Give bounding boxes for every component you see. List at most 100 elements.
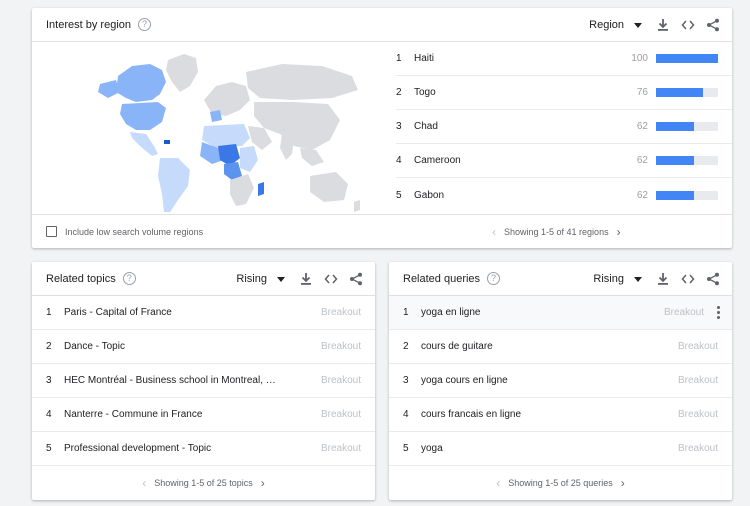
region-rank: 3 <box>396 121 402 132</box>
query-value: Breakout <box>677 409 718 420</box>
chevron-right-icon[interactable]: › <box>253 477 273 489</box>
list-item[interactable]: 3 HEC Montréal - Business school in Mont… <box>32 364 375 398</box>
embed-code-icon[interactable] <box>681 18 695 32</box>
topic-value: Breakout <box>320 443 361 454</box>
region-bar <box>656 88 718 97</box>
chevron-left-icon[interactable]: ‹ <box>484 226 504 238</box>
region-row[interactable]: 3 Chad 62 <box>396 110 732 144</box>
query-text[interactable]: yoga en ligne <box>421 307 481 318</box>
region-name[interactable]: Cameroon <box>414 155 461 166</box>
map-europe <box>204 82 250 116</box>
caret-down-icon <box>277 276 285 282</box>
query-text[interactable]: yoga cours en ligne <box>421 375 508 386</box>
list-item[interactable]: 1 yoga en ligne Breakout <box>389 296 732 330</box>
region-card-title: Interest by region <box>46 18 131 31</box>
related-topics-card: Related topics ? Rising 1 Paris - Capita… <box>32 262 375 500</box>
region-row[interactable]: 2 Togo 76 <box>396 76 732 110</box>
map-south-america <box>158 158 190 212</box>
region-pager: ‹ Showing 1-5 of 41 regions › <box>484 226 629 238</box>
list-item[interactable]: 4 cours francais en ligne Breakout <box>389 398 732 432</box>
region-name[interactable]: Togo <box>414 87 436 98</box>
region-bar <box>656 190 718 200</box>
topic-text[interactable]: Nanterre - Commune in France <box>64 409 202 420</box>
topic-value: Breakout <box>320 409 361 420</box>
topic-rank: 3 <box>46 375 52 386</box>
topic-value: Breakout <box>320 375 361 386</box>
topics-pager: ‹ Showing 1-5 of 25 topics › <box>32 466 375 500</box>
query-rank: 3 <box>403 375 409 386</box>
query-text[interactable]: cours de guitare <box>421 341 493 352</box>
list-item[interactable]: 2 cours de guitare Breakout <box>389 330 732 364</box>
list-item[interactable]: 1 Paris - Capital of France Breakout <box>32 296 375 330</box>
world-map[interactable] <box>32 42 382 222</box>
region-resolution-select[interactable]: Region <box>589 19 642 31</box>
region-rank: 5 <box>396 189 402 201</box>
chevron-left-icon[interactable]: ‹ <box>134 477 154 489</box>
query-text[interactable]: yoga <box>421 443 443 454</box>
download-icon[interactable] <box>299 272 313 286</box>
help-circle-icon[interactable]: ? <box>122 272 136 285</box>
download-icon[interactable] <box>656 18 670 32</box>
region-value: 62 <box>636 189 648 201</box>
list-item[interactable]: 4 Nanterre - Commune in France Breakout <box>32 398 375 432</box>
share-icon[interactable] <box>706 18 720 32</box>
list-item[interactable]: 3 yoga cours en ligne Breakout <box>389 364 732 398</box>
topics-metric-select[interactable]: Rising <box>236 273 285 285</box>
low-volume-checkbox[interactable] <box>46 226 57 237</box>
map-east-africa <box>240 146 258 172</box>
region-bar-fill <box>656 122 695 131</box>
topics-list: 1 Paris - Capital of France Breakout 2 D… <box>32 296 375 466</box>
region-row[interactable]: 4 Cameroon 62 <box>396 144 732 178</box>
help-circle-icon[interactable]: ? <box>487 272 501 285</box>
help-circle-icon[interactable]: ? <box>138 18 151 31</box>
region-value: 62 <box>636 121 648 132</box>
region-name[interactable]: Haiti <box>414 53 434 64</box>
chevron-right-icon[interactable]: › <box>609 226 629 238</box>
query-rank: 5 <box>403 443 409 454</box>
topic-text[interactable]: HEC Montréal - Business school in Montre… <box>64 375 276 386</box>
region-row[interactable]: 5 Gabon 62 <box>396 178 732 212</box>
list-item[interactable]: 5 yoga Breakout <box>389 432 732 466</box>
topics-pager-text: Showing 1-5 of 25 topics <box>154 478 253 488</box>
download-icon[interactable] <box>656 272 670 286</box>
topic-rank: 2 <box>46 341 52 352</box>
map-usa <box>120 102 166 130</box>
query-value: Breakout <box>677 341 718 352</box>
list-item[interactable]: 5 Professional development - Topic Break… <box>32 432 375 466</box>
region-rank: 1 <box>396 53 402 64</box>
chevron-right-icon[interactable]: › <box>613 477 633 489</box>
region-bar <box>656 156 718 165</box>
more-vert-icon[interactable] <box>716 306 720 319</box>
map-greenland <box>166 54 198 92</box>
chevron-left-icon[interactable]: ‹ <box>488 477 508 489</box>
region-name[interactable]: Chad <box>414 121 438 132</box>
region-select-label: Region <box>589 19 624 31</box>
topic-value: Breakout <box>320 341 361 352</box>
interest-by-region-card: Interest by region ? Region 1 Haiti 100 … <box>32 8 732 248</box>
list-item[interactable]: 2 Dance - Topic Breakout <box>32 330 375 364</box>
share-icon[interactable] <box>349 272 363 286</box>
map-madagascar <box>258 182 264 196</box>
region-bar-fill <box>656 190 695 200</box>
low-volume-checkbox-label: Include low search volume regions <box>65 226 204 237</box>
related-queries-card: Related queries ? Rising 1 yoga en ligne… <box>389 262 732 500</box>
embed-code-icon[interactable] <box>324 272 338 286</box>
embed-code-icon[interactable] <box>681 272 695 286</box>
topic-text[interactable]: Dance - Topic <box>64 341 125 352</box>
topic-text[interactable]: Professional development - Topic <box>64 443 211 454</box>
region-pager-text: Showing 1-5 of 41 regions <box>504 226 609 237</box>
query-value: Breakout <box>677 375 718 386</box>
map-se-asia <box>300 148 324 166</box>
map-new-zealand <box>354 200 360 212</box>
region-name[interactable]: Gabon <box>414 190 444 201</box>
query-text[interactable]: cours francais en ligne <box>421 409 521 420</box>
low-volume-checkbox-wrap[interactable]: Include low search volume regions <box>46 226 203 237</box>
topic-rank: 1 <box>46 307 52 318</box>
share-icon[interactable] <box>706 272 720 286</box>
region-row[interactable]: 1 Haiti 100 <box>396 42 732 76</box>
queries-pager-text: Showing 1-5 of 25 queries <box>508 478 613 488</box>
topic-text[interactable]: Paris - Capital of France <box>64 307 172 318</box>
map-france <box>210 110 222 122</box>
query-rank: 1 <box>403 307 409 318</box>
queries-metric-select[interactable]: Rising <box>593 273 642 285</box>
